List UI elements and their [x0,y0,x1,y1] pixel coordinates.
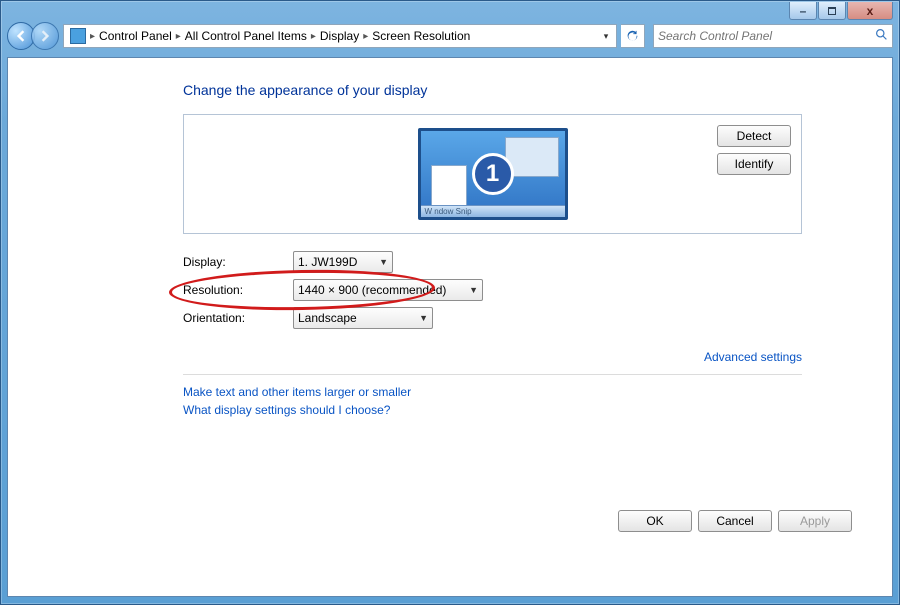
nav-toolbar: ▸ Control Panel ▸ All Control Panel Item… [7,21,893,51]
preview-window-icon [431,165,467,209]
cancel-button[interactable]: Cancel [698,510,772,532]
breadcrumb-item[interactable]: Display [316,29,363,43]
refresh-button[interactable] [621,24,645,48]
display-value: 1. JW199D [298,255,357,269]
address-bar[interactable]: ▸ Control Panel ▸ All Control Panel Item… [63,24,617,48]
detect-button[interactable]: Detect [717,125,791,147]
ok-button[interactable]: OK [618,510,692,532]
breadcrumb-item[interactable]: Control Panel [95,29,176,43]
resolution-value: 1440 × 900 (recommended) [298,283,446,297]
forward-button[interactable] [31,22,59,50]
identify-button[interactable]: Identify [717,153,791,175]
maximize-button[interactable] [818,2,846,20]
resolution-dropdown[interactable]: 1440 × 900 (recommended) ▼ [293,279,483,301]
page-title: Change the appearance of your display [183,82,802,98]
settings-form: Display: 1. JW199D ▼ Resolution: 1440 × … [183,248,802,332]
breadcrumb-item[interactable]: All Control Panel Items [181,29,311,43]
nav-arrows [7,22,59,50]
search-input[interactable] [658,29,875,43]
chevron-down-icon: ▼ [469,285,478,295]
display-label: Display: [183,255,293,269]
arrow-left-icon [15,30,27,42]
footer-buttons: OK Cancel Apply [618,510,852,532]
address-dropdown[interactable]: ▾ [598,31,614,42]
search-icon [875,28,888,44]
divider [183,374,802,375]
orientation-label: Orientation: [183,311,293,325]
control-panel-icon [70,28,86,44]
arrow-right-icon [39,30,51,42]
resolution-label: Resolution: [183,283,293,297]
orientation-value: Landscape [298,311,357,325]
help-link[interactable]: What display settings should I choose? [183,403,802,417]
chevron-down-icon: ▼ [379,257,388,267]
close-button[interactable]: x [847,2,893,20]
breadcrumb-item[interactable]: Screen Resolution [368,29,474,43]
text-size-link[interactable]: Make text and other items larger or smal… [183,385,802,399]
search-box[interactable] [653,24,893,48]
apply-button[interactable]: Apply [778,510,852,532]
refresh-icon [626,30,639,43]
display-preview: 1 W ndow Snip Detect Identify [183,114,802,234]
titlebar-controls: – x [788,2,893,20]
orientation-dropdown[interactable]: Landscape ▼ [293,307,433,329]
monitor-number: 1 [472,153,514,195]
maximize-icon [828,7,836,15]
minimize-button[interactable]: – [789,2,817,20]
preview-taskbar: W ndow Snip [421,205,565,217]
advanced-settings-link[interactable]: Advanced settings [704,350,802,364]
content-area: Change the appearance of your display 1 … [7,57,893,597]
monitor-thumbnail[interactable]: 1 W ndow Snip [418,128,568,220]
window-frame: – x ▸ Control Panel ▸ All Control Panel … [0,0,900,605]
display-dropdown[interactable]: 1. JW199D ▼ [293,251,393,273]
chevron-down-icon: ▼ [419,313,428,323]
